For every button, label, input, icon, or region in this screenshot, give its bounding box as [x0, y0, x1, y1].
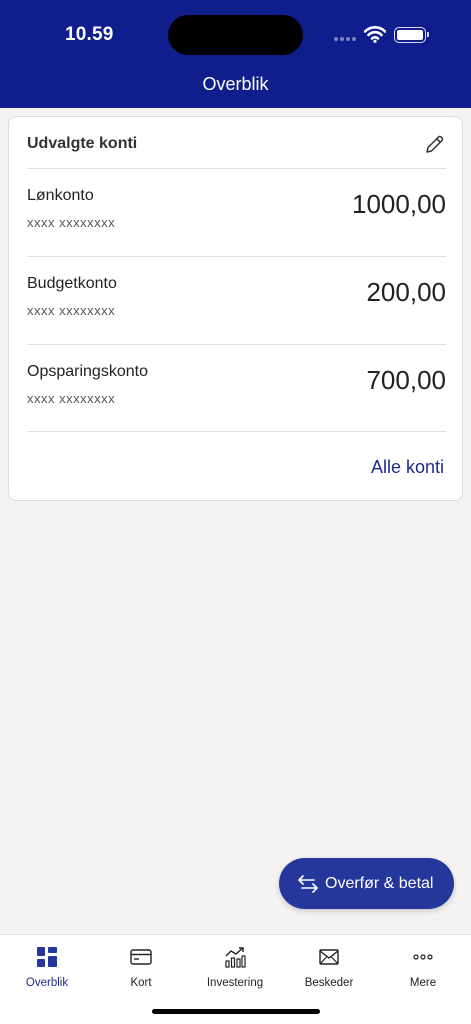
tab-mere[interactable]: Mere [376, 945, 470, 989]
transfer-arrows-icon [298, 874, 318, 893]
tab-kort[interactable]: Kort [94, 945, 188, 989]
account-number: xxxx xxxxxxxx [27, 215, 116, 230]
account-row-budgetkonto[interactable]: Budgetkonto xxxx xxxxxxxx 200,00 [27, 256, 446, 344]
status-time: 10.59 [65, 24, 114, 45]
tab-label: Investering [206, 977, 264, 989]
wifi-icon [363, 25, 387, 48]
tab-investering[interactable]: Investering [188, 945, 282, 989]
grid-icon [0, 945, 94, 969]
all-accounts-link[interactable]: Alle konti [371, 457, 444, 478]
more-icon [376, 945, 470, 969]
account-name: Lønkonto [27, 187, 94, 204]
account-row-opsparingskonto[interactable]: Opsparingskonto xxxx xxxxxxxx 700,00 [27, 344, 446, 432]
card-icon [94, 945, 188, 969]
cellular-signal-icon [334, 37, 356, 41]
tab-label: Kort [130, 977, 152, 989]
mail-icon [282, 945, 376, 969]
transfer-pay-button[interactable]: Overfør & betal [279, 858, 454, 909]
divider [27, 431, 446, 432]
account-row-lonkonto[interactable]: Lønkonto xxxx xxxxxxxx 1000,00 [27, 168, 446, 256]
account-name: Budgetkonto [27, 275, 117, 292]
selected-accounts-card: Udvalgte konti Lønkonto xxxx xxxxxxxx 10… [8, 116, 463, 501]
account-number: xxxx xxxxxxxx [27, 391, 116, 406]
tab-label: Beskeder [304, 977, 354, 989]
account-number: xxxx xxxxxxxx [27, 303, 116, 318]
account-balance: 1000,00 [352, 189, 446, 219]
account-balance: 700,00 [366, 365, 446, 395]
tab-label: Mere [409, 977, 437, 989]
page-title: Overblik [202, 74, 269, 94]
tab-label: Overblik [25, 977, 69, 989]
account-balance: 200,00 [366, 277, 446, 307]
account-name: Opsparingskonto [27, 363, 148, 380]
tab-beskeder[interactable]: Beskeder [282, 945, 376, 989]
card-title: Udvalgte konti [27, 135, 138, 152]
home-indicator[interactable] [152, 1009, 320, 1014]
dynamic-island [168, 15, 303, 55]
header-bar: 10.59 Overblik [0, 0, 471, 108]
chart-icon [188, 945, 282, 969]
tab-overblik[interactable]: Overblik [0, 945, 94, 989]
battery-icon [394, 27, 429, 43]
edit-pencil-icon[interactable] [424, 133, 446, 155]
transfer-pay-label: Overfør & betal [325, 874, 434, 892]
